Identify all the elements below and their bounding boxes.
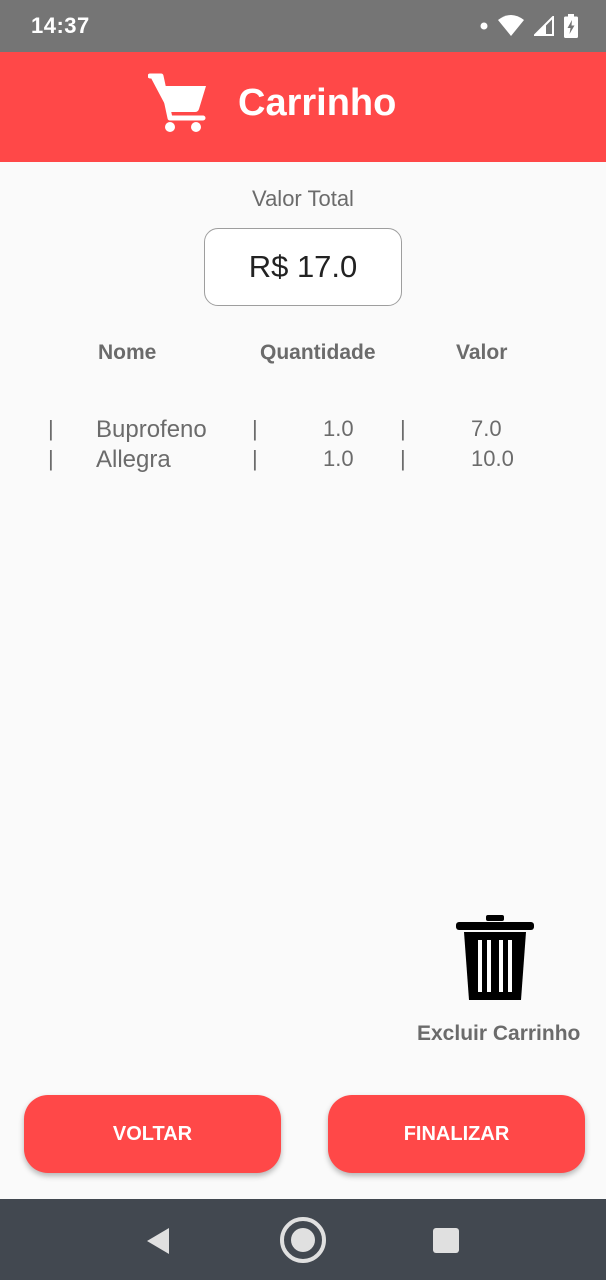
row-separator: |	[48, 446, 54, 471]
table-row: | Buprofeno | 1.0 | 7.0	[0, 416, 606, 446]
app-bar: Carrinho	[0, 52, 606, 162]
delete-cart-label[interactable]: Excluir Carrinho	[417, 1022, 580, 1046]
row-separator: |	[400, 446, 406, 471]
cell-nome: Buprofeno	[96, 416, 207, 443]
cell-valor: 10.0	[471, 446, 514, 471]
row-separator: |	[400, 416, 406, 441]
battery-charging-icon	[564, 14, 578, 38]
shopping-cart-icon	[148, 73, 206, 132]
status-bar: 14:37	[0, 0, 606, 52]
wifi-icon	[498, 15, 524, 36]
table-row: | Allegra | 1.0 | 10.0	[0, 446, 606, 476]
row-separator: |	[252, 446, 258, 471]
nav-recents-icon[interactable]	[433, 1228, 459, 1253]
column-header-nome: Nome	[98, 341, 157, 364]
status-icons	[480, 13, 578, 39]
total-label: Valor Total	[252, 186, 354, 211]
cell-quantidade: 1.0	[323, 416, 354, 441]
row-separator: |	[252, 416, 258, 441]
finish-button[interactable]: FINALIZAR	[328, 1095, 585, 1173]
nav-back-icon[interactable]	[145, 1227, 171, 1255]
column-header-valor: Valor	[456, 341, 508, 364]
signal-icon	[534, 16, 554, 36]
cell-valor: 7.0	[471, 416, 502, 441]
notification-dot-icon	[480, 22, 488, 30]
page-title: Carrinho	[238, 82, 397, 124]
nav-home-icon[interactable]	[279, 1216, 327, 1264]
system-nav-bar	[0, 1199, 606, 1280]
cell-nome: Allegra	[96, 446, 171, 473]
row-separator: |	[48, 416, 54, 441]
back-button[interactable]: VOLTAR	[24, 1095, 281, 1173]
total-value: R$ 17.0	[204, 228, 402, 306]
status-time: 14:37	[31, 13, 90, 38]
cell-quantidade: 1.0	[323, 446, 354, 471]
trash-icon[interactable]	[452, 912, 538, 1004]
column-header-quantidade: Quantidade	[260, 341, 376, 364]
